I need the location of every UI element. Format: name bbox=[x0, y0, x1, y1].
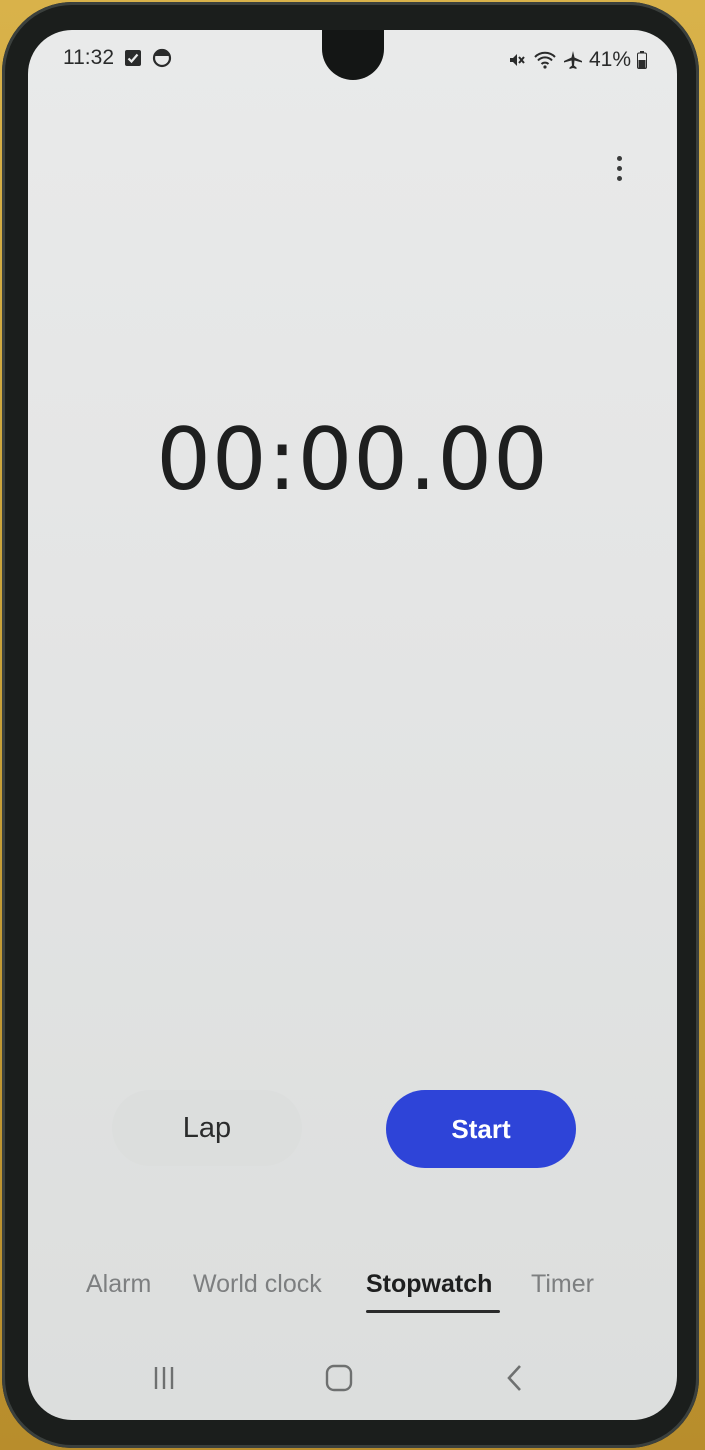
home-icon bbox=[325, 1364, 353, 1392]
tab-stopwatch[interactable]: Stopwatch bbox=[366, 1270, 492, 1299]
stopwatch-time: 00:00.00 bbox=[156, 410, 549, 510]
camera-notch bbox=[322, 30, 384, 80]
tab-alarm[interactable]: Alarm bbox=[86, 1270, 151, 1299]
more-options-icon bbox=[616, 155, 622, 161]
battery-icon bbox=[637, 51, 647, 69]
back-icon bbox=[507, 1365, 521, 1391]
navigation-bar bbox=[28, 1350, 677, 1406]
airplane-icon bbox=[563, 50, 583, 70]
status-bar-right: 41% bbox=[507, 46, 647, 74]
phone-frame: 11:32 41% 00:00.00 Lap Start Alarm World… bbox=[2, 2, 699, 1448]
home-button[interactable] bbox=[309, 1350, 369, 1406]
lap-button[interactable]: Lap bbox=[112, 1090, 302, 1166]
mute-icon bbox=[507, 50, 527, 70]
status-bar-left: 11:32 bbox=[63, 44, 172, 72]
tab-world-clock[interactable]: World clock bbox=[193, 1270, 322, 1299]
wifi-icon bbox=[533, 50, 557, 70]
more-options-button[interactable] bbox=[604, 148, 634, 188]
tab-timer[interactable]: Timer bbox=[531, 1270, 594, 1299]
battery-percent: 41% bbox=[588, 48, 631, 71]
checkbox-notification-icon bbox=[124, 49, 142, 67]
bottom-tabs: Alarm World clock Stopwatch Timer bbox=[28, 1270, 677, 1314]
recent-apps-button[interactable] bbox=[134, 1350, 194, 1406]
start-button[interactable]: Start bbox=[386, 1090, 576, 1168]
back-button[interactable] bbox=[485, 1350, 545, 1406]
screen: 11:32 41% 00:00.00 Lap Start Alarm World… bbox=[28, 30, 677, 1420]
clock-app-icon bbox=[152, 48, 172, 68]
status-time: 11:32 bbox=[63, 46, 114, 69]
active-tab-indicator bbox=[366, 1310, 500, 1313]
recent-apps-icon bbox=[154, 1367, 174, 1389]
